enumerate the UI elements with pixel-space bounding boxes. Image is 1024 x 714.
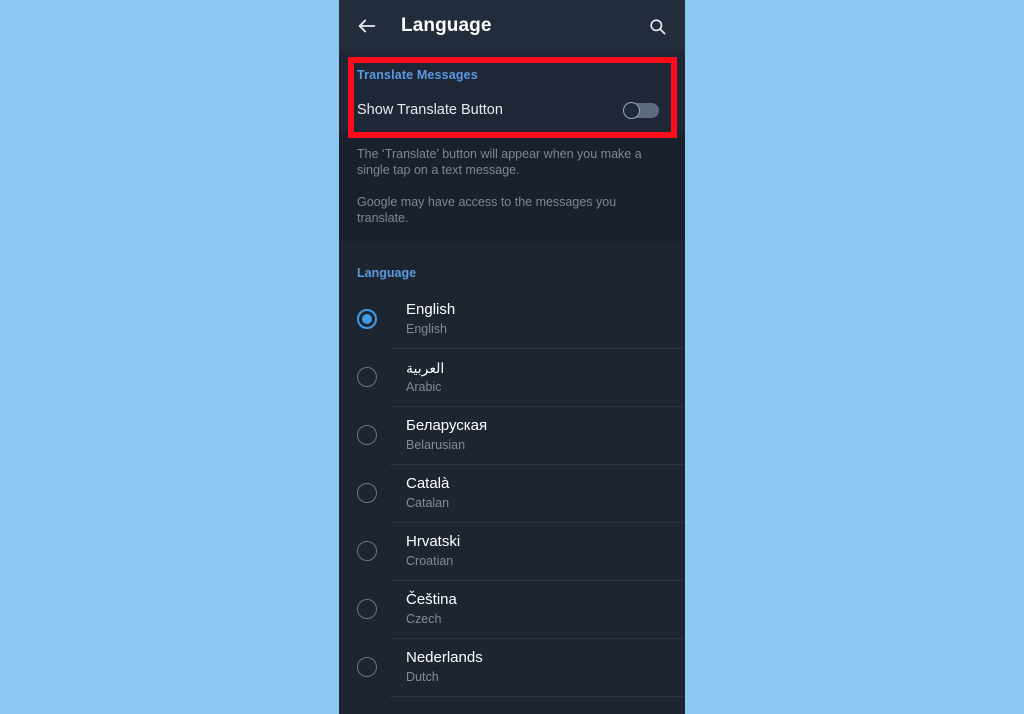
language-row-czech[interactable]: Čeština Czech bbox=[339, 580, 685, 638]
translate-messages-section: Translate Messages Show Translate Button bbox=[339, 52, 685, 134]
language-labels: Hrvatski Croatian bbox=[406, 532, 460, 570]
page-title: Language bbox=[401, 15, 492, 36]
language-english-name: English bbox=[406, 322, 447, 336]
language-english-name: Croatian bbox=[406, 554, 454, 568]
radio-belarusian[interactable] bbox=[357, 425, 377, 445]
radio-dutch[interactable] bbox=[357, 657, 377, 677]
language-row-dutch[interactable]: Nederlands Dutch bbox=[339, 638, 685, 696]
language-row-arabic[interactable]: العربية Arabic bbox=[339, 348, 685, 406]
language-row-finnish[interactable]: Suomi bbox=[339, 696, 685, 714]
language-section-label: Language bbox=[357, 266, 417, 280]
translate-description-1: The ‘Translate’ button will appear when … bbox=[357, 147, 642, 177]
row-divider bbox=[390, 348, 685, 349]
language-native-name: Nederlands bbox=[406, 649, 483, 666]
language-native-name: English bbox=[406, 301, 456, 318]
back-arrow-icon[interactable] bbox=[353, 12, 381, 40]
language-labels: Nederlands Dutch bbox=[406, 648, 483, 686]
section-separator bbox=[339, 242, 685, 250]
show-translate-button-label: Show Translate Button bbox=[357, 102, 503, 118]
language-native-name: Català bbox=[406, 475, 450, 492]
language-english-name: Belarusian bbox=[406, 438, 466, 452]
show-translate-button-row[interactable]: Show Translate Button bbox=[357, 86, 667, 134]
language-native-name: العربية bbox=[406, 360, 445, 376]
radio-english[interactable] bbox=[357, 309, 377, 329]
toggle-thumb bbox=[623, 101, 640, 119]
row-divider bbox=[390, 638, 685, 639]
language-section: Language English English العربية Arabic … bbox=[339, 250, 685, 714]
language-row-catalan[interactable]: Català Catalan bbox=[339, 464, 685, 522]
language-english-name: Catalan bbox=[406, 496, 450, 510]
language-row-english[interactable]: English English bbox=[339, 290, 685, 348]
language-row-belarusian[interactable]: Беларуская Belarusian bbox=[339, 406, 685, 464]
row-divider bbox=[390, 522, 685, 523]
language-row-croatian[interactable]: Hrvatski Croatian bbox=[339, 522, 685, 580]
radio-czech[interactable] bbox=[357, 599, 377, 619]
language-labels: Беларуская Belarusian bbox=[406, 416, 487, 454]
language-labels: Čeština Czech bbox=[406, 590, 457, 628]
translate-description-2: Google may have access to the messages y… bbox=[357, 195, 617, 225]
language-labels: Català Catalan bbox=[406, 474, 449, 512]
language-labels: English English bbox=[406, 300, 455, 338]
language-english-name: Arabic bbox=[406, 380, 442, 394]
app-bar: Language bbox=[339, 0, 685, 52]
search-icon[interactable] bbox=[643, 12, 671, 40]
row-divider bbox=[390, 464, 685, 465]
language-labels: العربية Arabic bbox=[406, 358, 444, 396]
translate-description-block: The ‘Translate’ button will appear when … bbox=[339, 134, 685, 242]
radio-croatian[interactable] bbox=[357, 541, 377, 561]
row-divider bbox=[390, 406, 685, 407]
row-divider bbox=[390, 696, 685, 697]
language-english-name: Dutch bbox=[406, 670, 439, 684]
language-native-name: Hrvatski bbox=[406, 533, 461, 550]
show-translate-button-toggle[interactable] bbox=[623, 101, 659, 119]
language-native-name: Беларуская bbox=[406, 417, 488, 434]
radio-arabic[interactable] bbox=[357, 367, 377, 387]
phone-screen: Language Translate Messages Show Transla… bbox=[339, 0, 685, 714]
language-english-name: Czech bbox=[406, 612, 442, 626]
translate-section-label: Translate Messages bbox=[357, 68, 478, 82]
row-divider bbox=[390, 580, 685, 581]
radio-catalan[interactable] bbox=[357, 483, 377, 503]
language-native-name: Čeština bbox=[406, 591, 457, 608]
